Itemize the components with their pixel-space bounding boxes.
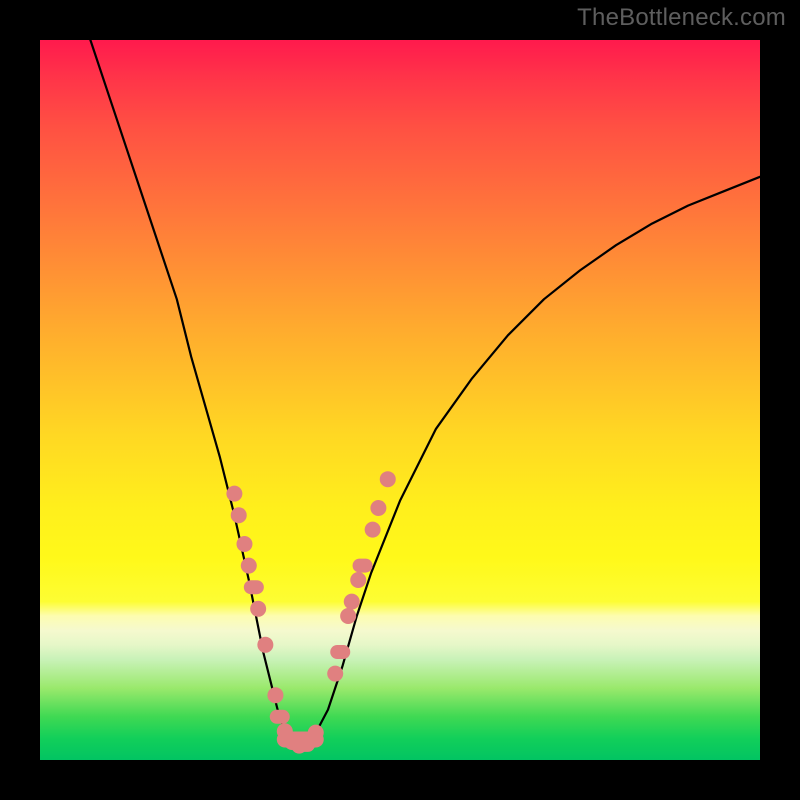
marker-dot (250, 601, 266, 617)
bottleneck-curve (90, 40, 760, 746)
marker-pill (244, 580, 264, 594)
curve-svg (40, 40, 760, 760)
marker-pill (330, 645, 350, 659)
chart-frame: TheBottleneck.com (0, 0, 800, 800)
marker-dot (380, 471, 396, 487)
marker-dot (236, 536, 252, 552)
marker-dot (231, 507, 247, 523)
marker-dot (327, 666, 343, 682)
plot-area (40, 40, 760, 760)
marker-dot (370, 500, 386, 516)
marker-dot (340, 608, 356, 624)
marker-dot (241, 558, 257, 574)
marker-pill (353, 559, 373, 573)
marker-dot (267, 687, 283, 703)
marker-dot (350, 572, 366, 588)
marker-pill (270, 710, 290, 724)
watermark-text: TheBottleneck.com (577, 4, 786, 32)
marker-dot (344, 594, 360, 610)
marker-dot (226, 486, 242, 502)
marker-dot (308, 725, 324, 741)
marker-dot (365, 522, 381, 538)
marker-dot (257, 637, 273, 653)
sample-markers (226, 471, 395, 753)
